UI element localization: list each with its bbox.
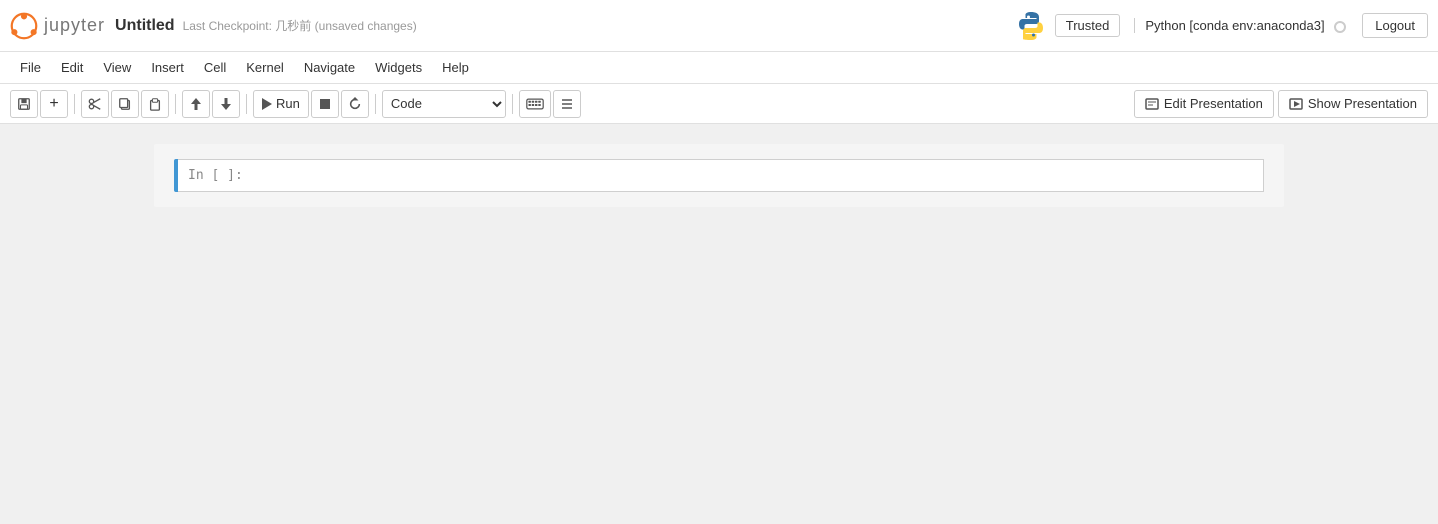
stop-icon xyxy=(319,98,331,110)
header-right: Trusted Python [conda env:anaconda3] Log… xyxy=(1015,10,1428,42)
toolbar-separator-5 xyxy=(512,94,513,114)
cell-prompt: In [ ]: xyxy=(178,160,253,191)
add-cell-button[interactable]: + xyxy=(40,90,68,118)
jupyter-brand-text: jupyter xyxy=(44,15,105,36)
menu-item-edit[interactable]: Edit xyxy=(51,56,93,79)
paste-button[interactable] xyxy=(141,90,169,118)
scissors-icon xyxy=(88,97,102,111)
notebook-title[interactable]: Untitled xyxy=(115,17,175,35)
kernel-info-text: Python [conda env:anaconda3] xyxy=(1134,18,1346,33)
run-label: Run xyxy=(276,96,300,111)
menu-item-cell[interactable]: Cell xyxy=(194,56,236,79)
cut-button[interactable] xyxy=(81,90,109,118)
list-icon xyxy=(560,98,574,110)
menu-item-insert[interactable]: Insert xyxy=(141,56,194,79)
python-logo-icon xyxy=(1015,10,1047,42)
play-presentation-icon xyxy=(1289,98,1303,110)
keyboard-icon xyxy=(526,98,544,110)
arrow-up-icon xyxy=(190,97,202,111)
menubar: File Edit View Insert Cell Kernel Naviga… xyxy=(0,52,1438,84)
toggle-toolbar-button[interactable] xyxy=(553,90,581,118)
show-presentation-button[interactable]: Show Presentation xyxy=(1278,90,1428,118)
toolbar-separator-4 xyxy=(375,94,376,114)
save-icon xyxy=(17,97,31,111)
edit-presentation-label: Edit Presentation xyxy=(1164,96,1263,111)
logo-area: jupyter xyxy=(10,12,105,40)
run-icon xyxy=(262,98,272,110)
toolbar-separator-3 xyxy=(246,94,247,114)
edit-presentation-icon xyxy=(1145,98,1159,110)
logout-button[interactable]: Logout xyxy=(1362,13,1428,38)
move-down-button[interactable] xyxy=(212,90,240,118)
move-up-button[interactable] xyxy=(182,90,210,118)
refresh-icon xyxy=(348,97,362,111)
code-cell: In [ ]: xyxy=(174,159,1264,192)
cell-input[interactable] xyxy=(253,160,1263,191)
main-content: In [ ]: xyxy=(0,124,1438,524)
toolbar-right: Edit Presentation Show Presentation xyxy=(1134,90,1428,118)
restart-button[interactable] xyxy=(341,90,369,118)
keyboard-shortcuts-button[interactable] xyxy=(519,90,551,118)
plus-icon: + xyxy=(49,96,58,112)
menu-item-view[interactable]: View xyxy=(93,56,141,79)
arrow-down-icon xyxy=(220,97,232,111)
notebook-container: In [ ]: xyxy=(154,144,1284,207)
paste-icon xyxy=(148,97,162,111)
copy-icon xyxy=(118,97,132,111)
edit-presentation-button[interactable]: Edit Presentation xyxy=(1134,90,1274,118)
show-presentation-label: Show Presentation xyxy=(1308,96,1417,111)
kernel-status-indicator xyxy=(1334,21,1346,33)
menu-item-widgets[interactable]: Widgets xyxy=(365,56,432,79)
toolbar-separator-1 xyxy=(74,94,75,114)
toolbar: + xyxy=(0,84,1438,124)
menu-item-file[interactable]: File xyxy=(10,56,51,79)
interrupt-button[interactable] xyxy=(311,90,339,118)
header: jupyter Untitled Last Checkpoint: 几秒前 (u… xyxy=(0,0,1438,52)
trusted-button[interactable]: Trusted xyxy=(1055,14,1121,37)
run-button[interactable]: Run xyxy=(253,90,309,118)
copy-button[interactable] xyxy=(111,90,139,118)
menu-item-kernel[interactable]: Kernel xyxy=(236,56,294,79)
jupyter-logo-icon xyxy=(10,12,38,40)
save-button[interactable] xyxy=(10,90,38,118)
cell-wrapper: In [ ]: xyxy=(178,159,1264,192)
checkpoint-info: Last Checkpoint: 几秒前 (unsaved changes) xyxy=(183,17,417,34)
cell-type-select[interactable]: Code Markdown Raw NBConvert Heading xyxy=(382,90,506,118)
menu-item-help[interactable]: Help xyxy=(432,56,479,79)
menu-item-navigate[interactable]: Navigate xyxy=(294,56,365,79)
toolbar-separator-2 xyxy=(175,94,176,114)
